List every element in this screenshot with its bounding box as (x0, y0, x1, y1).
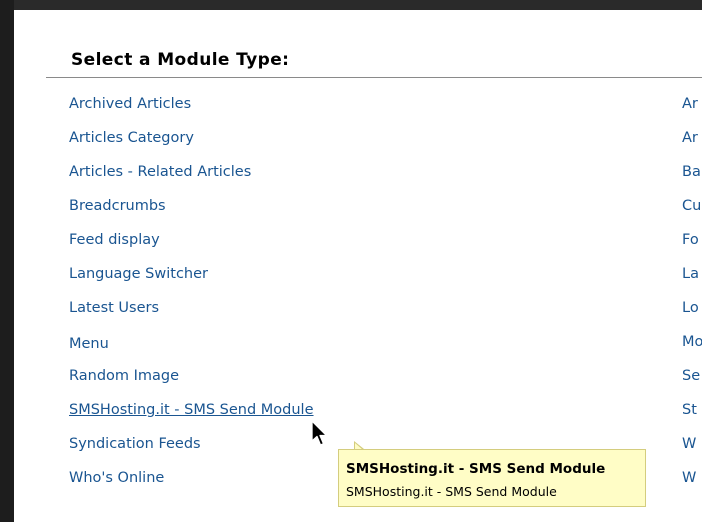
module-link-smshosting[interactable]: SMSHosting.it - SMS Send Module (69, 401, 314, 435)
module-tooltip: SMSHosting.it - SMS Send Module SMSHosti… (338, 449, 646, 507)
module-link-feed-display[interactable]: Feed display (69, 231, 314, 265)
window-top-edge (0, 0, 702, 10)
modal-title: Select a Module Type: (71, 50, 290, 70)
module-link-language-switcher[interactable]: Language Switcher (69, 265, 314, 299)
module-link-articles-category[interactable]: Articles Category (69, 129, 314, 163)
module-link-right-10[interactable]: St (682, 401, 702, 435)
module-link-right-5[interactable]: Fo (682, 231, 702, 265)
module-list-left: Archived Articles Articles Category Arti… (69, 95, 314, 503)
module-link-archived-articles[interactable]: Archived Articles (69, 95, 314, 129)
module-link-right-11[interactable]: W (682, 435, 702, 469)
window-left-edge (0, 0, 14, 522)
module-link-articles-related[interactable]: Articles - Related Articles (69, 163, 314, 197)
module-link-right-12[interactable]: W (682, 469, 702, 503)
module-type-modal: Select a Module Type: Archived Articles … (14, 10, 702, 522)
module-link-whos-online[interactable]: Who's Online (69, 469, 314, 503)
module-link-right-4[interactable]: Cu (682, 197, 702, 231)
module-link-right-1[interactable]: Ar (682, 95, 702, 129)
module-link-right-7[interactable]: Lo (682, 299, 702, 333)
mouse-cursor-icon (311, 420, 328, 446)
module-list-right: Ar Ar Ba Cu Fo La Lo Mo Se St W W (682, 95, 702, 503)
tooltip-description: SMSHosting.it - SMS Send Module (346, 484, 557, 499)
module-link-right-6[interactable]: La (682, 265, 702, 299)
module-link-random-image[interactable]: Random Image (69, 367, 314, 401)
module-link-right-9[interactable]: Se (682, 367, 702, 401)
tooltip-title: SMSHosting.it - SMS Send Module (346, 461, 606, 477)
title-divider (46, 77, 702, 78)
module-link-breadcrumbs[interactable]: Breadcrumbs (69, 197, 314, 231)
module-link-latest-users[interactable]: Latest Users (69, 299, 314, 333)
module-link-syndication-feeds[interactable]: Syndication Feeds (69, 435, 314, 469)
module-link-menu[interactable]: Menu (69, 333, 314, 367)
module-link-right-2[interactable]: Ar (682, 129, 702, 163)
module-link-right-3[interactable]: Ba (682, 163, 702, 197)
module-link-right-8[interactable]: Mo (682, 333, 702, 367)
